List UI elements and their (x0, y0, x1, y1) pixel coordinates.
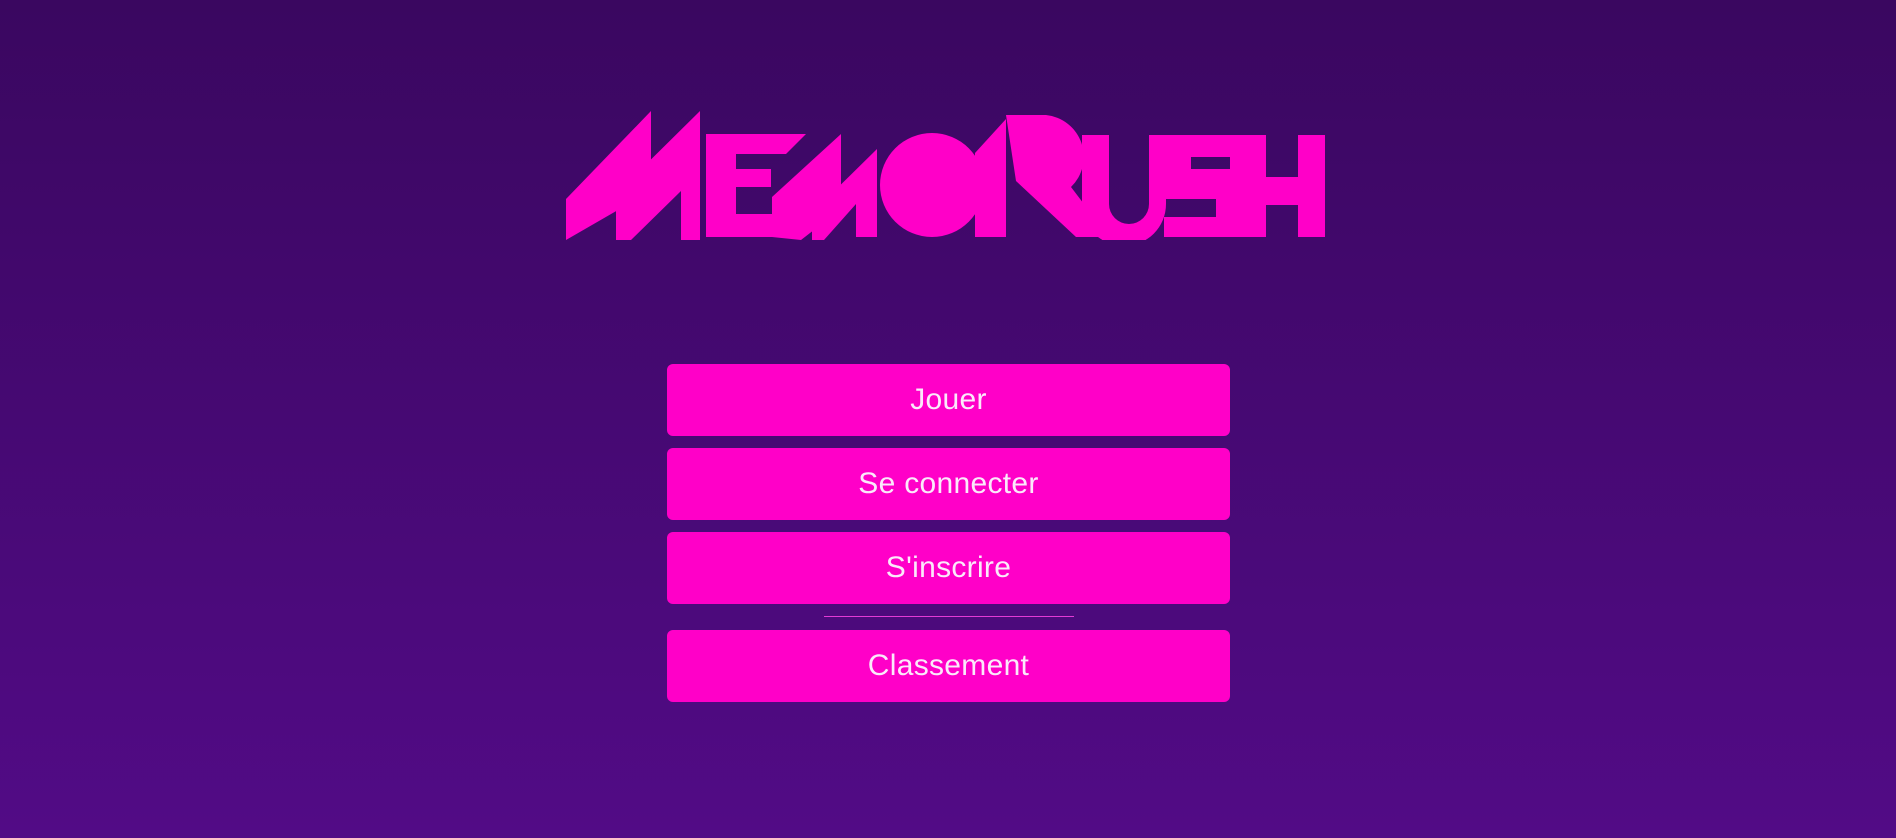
menu-divider (823, 616, 1074, 617)
leaderboard-button[interactable]: Classement (667, 630, 1230, 702)
memorush-logo (566, 109, 1326, 240)
register-button[interactable]: S'inscrire (667, 532, 1230, 604)
login-button[interactable]: Se connecter (667, 448, 1230, 520)
play-button[interactable]: Jouer (667, 364, 1230, 436)
main-menu: Jouer Se connecter S'inscrire Classement (667, 364, 1230, 714)
